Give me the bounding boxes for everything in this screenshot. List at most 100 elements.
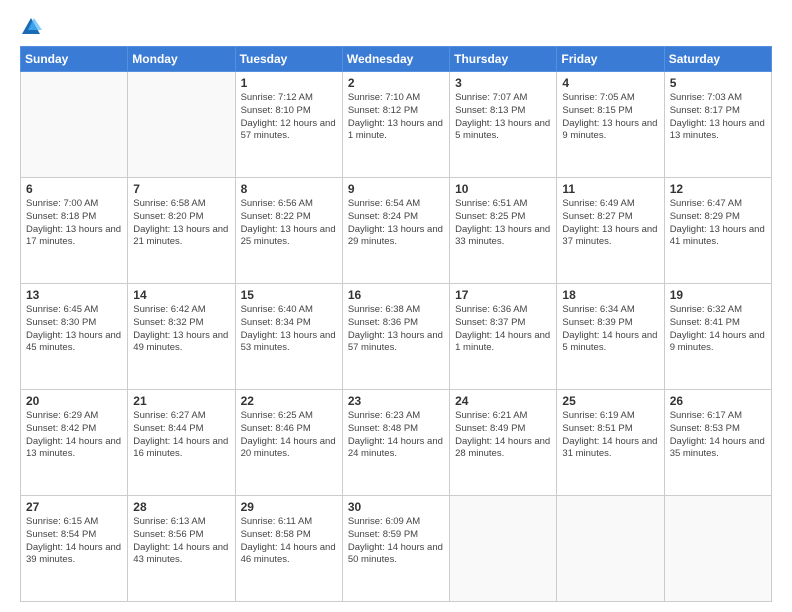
weekday-header: Thursday (450, 47, 557, 72)
day-info: Sunrise: 7:00 AM Sunset: 8:18 PM Dayligh… (26, 198, 122, 249)
calendar-cell: 12 Sunrise: 6:47 AM Sunset: 8:29 PM Dayli… (664, 178, 771, 284)
weekday-header: Monday (128, 47, 235, 72)
day-info: Sunrise: 6:09 AM Sunset: 8:59 PM Dayligh… (348, 516, 444, 567)
calendar-cell (664, 496, 771, 602)
day-number: 30 (348, 500, 444, 514)
day-info: Sunrise: 7:07 AM Sunset: 8:13 PM Dayligh… (455, 92, 551, 143)
day-info: Sunrise: 6:47 AM Sunset: 8:29 PM Dayligh… (670, 198, 766, 249)
calendar-cell: 23 Sunrise: 6:23 AM Sunset: 8:48 PM Dayli… (342, 390, 449, 496)
calendar-cell: 26 Sunrise: 6:17 AM Sunset: 8:53 PM Dayli… (664, 390, 771, 496)
day-info: Sunrise: 6:27 AM Sunset: 8:44 PM Dayligh… (133, 410, 229, 461)
calendar-cell: 5 Sunrise: 7:03 AM Sunset: 8:17 PM Daylig… (664, 72, 771, 178)
calendar: SundayMondayTuesdayWednesdayThursdayFrid… (20, 46, 772, 602)
day-number: 2 (348, 76, 444, 90)
calendar-week-row: 13Sunrise: 6:45 AM Sunset: 8:30 PM Dayli… (21, 284, 772, 390)
page: SundayMondayTuesdayWednesdayThursdayFrid… (0, 0, 792, 612)
day-number: 14 (133, 288, 229, 302)
day-number: 21 (133, 394, 229, 408)
calendar-cell: 13Sunrise: 6:45 AM Sunset: 8:30 PM Dayli… (21, 284, 128, 390)
day-info: Sunrise: 6:58 AM Sunset: 8:20 PM Dayligh… (133, 198, 229, 249)
day-number: 1 (241, 76, 337, 90)
day-info: Sunrise: 6:13 AM Sunset: 8:56 PM Dayligh… (133, 516, 229, 567)
day-number: 12 (670, 182, 766, 196)
calendar-cell: 19 Sunrise: 6:32 AM Sunset: 8:41 PM Dayli… (664, 284, 771, 390)
calendar-cell: 1 Sunrise: 7:12 AM Sunset: 8:10 PM Daylig… (235, 72, 342, 178)
day-info: Sunrise: 6:49 AM Sunset: 8:27 PM Dayligh… (562, 198, 658, 249)
calendar-body: 1 Sunrise: 7:12 AM Sunset: 8:10 PM Daylig… (21, 72, 772, 602)
day-number: 3 (455, 76, 551, 90)
calendar-cell: 4 Sunrise: 7:05 AM Sunset: 8:15 PM Daylig… (557, 72, 664, 178)
calendar-cell: 11 Sunrise: 6:49 AM Sunset: 8:27 PM Dayli… (557, 178, 664, 284)
day-number: 4 (562, 76, 658, 90)
calendar-cell: 8 Sunrise: 6:56 AM Sunset: 8:22 PM Daylig… (235, 178, 342, 284)
calendar-cell: 17 Sunrise: 6:36 AM Sunset: 8:37 PM Dayli… (450, 284, 557, 390)
day-number: 9 (348, 182, 444, 196)
day-info: Sunrise: 6:42 AM Sunset: 8:32 PM Dayligh… (133, 304, 229, 355)
calendar-cell (450, 496, 557, 602)
day-number: 5 (670, 76, 766, 90)
day-info: Sunrise: 7:12 AM Sunset: 8:10 PM Dayligh… (241, 92, 337, 143)
day-info: Sunrise: 6:23 AM Sunset: 8:48 PM Dayligh… (348, 410, 444, 461)
calendar-cell (557, 496, 664, 602)
calendar-cell: 24Sunrise: 6:21 AM Sunset: 8:49 PM Dayli… (450, 390, 557, 496)
day-number: 6 (26, 182, 122, 196)
day-info: Sunrise: 6:51 AM Sunset: 8:25 PM Dayligh… (455, 198, 551, 249)
calendar-week-row: 27Sunrise: 6:15 AM Sunset: 8:54 PM Dayli… (21, 496, 772, 602)
day-info: Sunrise: 6:40 AM Sunset: 8:34 PM Dayligh… (241, 304, 337, 355)
day-info: Sunrise: 6:36 AM Sunset: 8:37 PM Dayligh… (455, 304, 551, 355)
calendar-cell: 16Sunrise: 6:38 AM Sunset: 8:36 PM Dayli… (342, 284, 449, 390)
calendar-cell: 6 Sunrise: 7:00 AM Sunset: 8:18 PM Daylig… (21, 178, 128, 284)
weekday-row: SundayMondayTuesdayWednesdayThursdayFrid… (21, 47, 772, 72)
day-number: 25 (562, 394, 658, 408)
day-number: 29 (241, 500, 337, 514)
weekday-header: Saturday (664, 47, 771, 72)
calendar-cell: 27Sunrise: 6:15 AM Sunset: 8:54 PM Dayli… (21, 496, 128, 602)
day-info: Sunrise: 6:34 AM Sunset: 8:39 PM Dayligh… (562, 304, 658, 355)
logo-icon (20, 16, 42, 38)
calendar-week-row: 20Sunrise: 6:29 AM Sunset: 8:42 PM Dayli… (21, 390, 772, 496)
calendar-cell: 3 Sunrise: 7:07 AM Sunset: 8:13 PM Daylig… (450, 72, 557, 178)
weekday-header: Friday (557, 47, 664, 72)
day-number: 11 (562, 182, 658, 196)
day-number: 19 (670, 288, 766, 302)
day-number: 23 (348, 394, 444, 408)
calendar-week-row: 1 Sunrise: 7:12 AM Sunset: 8:10 PM Daylig… (21, 72, 772, 178)
day-number: 28 (133, 500, 229, 514)
day-info: Sunrise: 6:25 AM Sunset: 8:46 PM Dayligh… (241, 410, 337, 461)
weekday-header: Tuesday (235, 47, 342, 72)
day-number: 26 (670, 394, 766, 408)
day-info: Sunrise: 6:17 AM Sunset: 8:53 PM Dayligh… (670, 410, 766, 461)
day-number: 17 (455, 288, 551, 302)
calendar-cell: 30 Sunrise: 6:09 AM Sunset: 8:59 PM Dayli… (342, 496, 449, 602)
calendar-cell: 29Sunrise: 6:11 AM Sunset: 8:58 PM Dayli… (235, 496, 342, 602)
calendar-week-row: 6 Sunrise: 7:00 AM Sunset: 8:18 PM Daylig… (21, 178, 772, 284)
day-info: Sunrise: 6:32 AM Sunset: 8:41 PM Dayligh… (670, 304, 766, 355)
day-info: Sunrise: 7:03 AM Sunset: 8:17 PM Dayligh… (670, 92, 766, 143)
calendar-cell: 10 Sunrise: 6:51 AM Sunset: 8:25 PM Dayli… (450, 178, 557, 284)
day-info: Sunrise: 6:54 AM Sunset: 8:24 PM Dayligh… (348, 198, 444, 249)
day-info: Sunrise: 7:10 AM Sunset: 8:12 PM Dayligh… (348, 92, 444, 143)
calendar-header: SundayMondayTuesdayWednesdayThursdayFrid… (21, 47, 772, 72)
day-info: Sunrise: 6:21 AM Sunset: 8:49 PM Dayligh… (455, 410, 551, 461)
day-number: 8 (241, 182, 337, 196)
day-number: 18 (562, 288, 658, 302)
calendar-cell: 14 Sunrise: 6:42 AM Sunset: 8:32 PM Dayli… (128, 284, 235, 390)
day-info: Sunrise: 7:05 AM Sunset: 8:15 PM Dayligh… (562, 92, 658, 143)
calendar-cell (128, 72, 235, 178)
day-info: Sunrise: 6:45 AM Sunset: 8:30 PM Dayligh… (26, 304, 122, 355)
calendar-cell: 15Sunrise: 6:40 AM Sunset: 8:34 PM Dayli… (235, 284, 342, 390)
logo (20, 16, 46, 38)
header (20, 16, 772, 38)
day-info: Sunrise: 6:38 AM Sunset: 8:36 PM Dayligh… (348, 304, 444, 355)
day-number: 10 (455, 182, 551, 196)
day-info: Sunrise: 6:56 AM Sunset: 8:22 PM Dayligh… (241, 198, 337, 249)
calendar-cell: 2 Sunrise: 7:10 AM Sunset: 8:12 PM Daylig… (342, 72, 449, 178)
calendar-cell: 25Sunrise: 6:19 AM Sunset: 8:51 PM Dayli… (557, 390, 664, 496)
calendar-cell: 18 Sunrise: 6:34 AM Sunset: 8:39 PM Dayli… (557, 284, 664, 390)
day-number: 20 (26, 394, 122, 408)
weekday-header: Wednesday (342, 47, 449, 72)
day-info: Sunrise: 6:15 AM Sunset: 8:54 PM Dayligh… (26, 516, 122, 567)
calendar-cell: 7Sunrise: 6:58 AM Sunset: 8:20 PM Daylig… (128, 178, 235, 284)
calendar-cell: 20Sunrise: 6:29 AM Sunset: 8:42 PM Dayli… (21, 390, 128, 496)
calendar-cell: 22Sunrise: 6:25 AM Sunset: 8:46 PM Dayli… (235, 390, 342, 496)
